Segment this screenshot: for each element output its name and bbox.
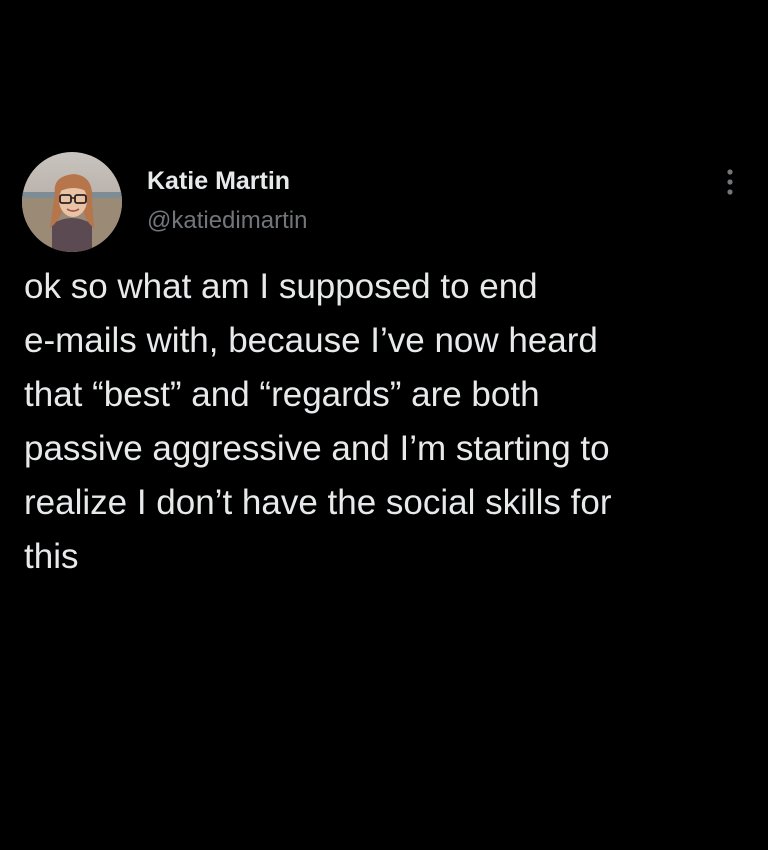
more-options-icon[interactable] xyxy=(718,166,742,198)
tweet-card: Katie Martin @katiedimartin ok so what a… xyxy=(0,0,768,850)
author-display-name[interactable]: Katie Martin xyxy=(147,166,307,196)
tweet-header: Katie Martin @katiedimartin xyxy=(22,152,746,252)
author-handle[interactable]: @katiedimartin xyxy=(147,206,307,236)
avatar[interactable] xyxy=(22,152,122,252)
avatar-photo xyxy=(22,152,122,252)
tweet-text: ok so what am I supposed to end e-mails … xyxy=(24,267,612,576)
author-names: Katie Martin @katiedimartin xyxy=(147,166,307,236)
